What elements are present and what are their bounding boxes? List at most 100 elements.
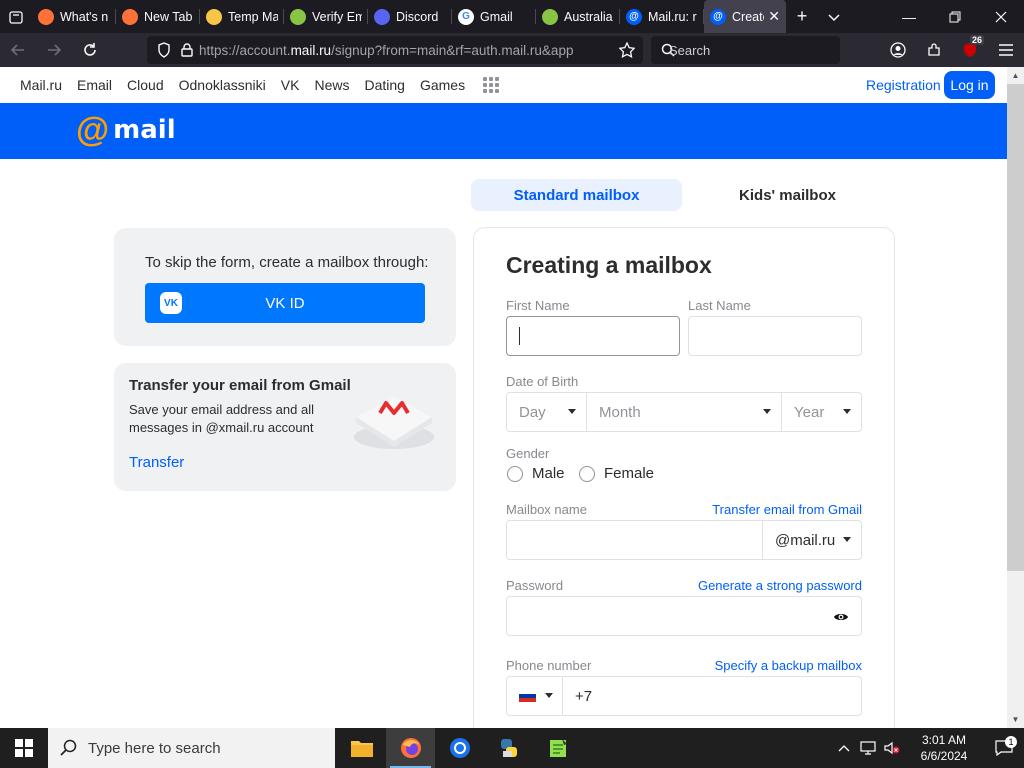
reload-button[interactable] [72,33,108,67]
browser-tab-0[interactable]: What's n [32,0,116,33]
clock[interactable]: 3:01 AM 6/6/2024 [904,732,984,764]
gmail-transfer-card: Transfer your email from Gmail Save your… [114,363,456,491]
portal-link-cloud[interactable]: Cloud [127,77,164,93]
transfer-gmail-link[interactable]: Transfer email from Gmail [712,502,862,517]
registration-link[interactable]: Registration [866,77,941,93]
chrome-icon[interactable] [435,728,484,768]
clock-time: 3:01 AM [921,733,967,747]
gmail-transfer-link[interactable]: Transfer [129,454,184,471]
backup-mailbox-link[interactable]: Specify a backup mailbox [715,658,862,673]
tab-overflow-chevron-icon[interactable] [818,0,850,33]
new-tab-button[interactable]: + [786,0,818,33]
ublock-icon[interactable]: 26 [952,33,988,67]
browser-tab-bar: What's n New Tab Temp Ma Verify Em Discord G G… [0,0,1024,33]
browser-tab-1[interactable]: New Tab [116,0,200,33]
gmail-envelope-icon [354,397,434,449]
network-icon[interactable] [856,741,880,755]
browser-tab-2[interactable]: Temp Ma [200,0,284,33]
browser-tab-8[interactable]: @ Create✕ [704,0,786,33]
first-name-input[interactable] [506,316,680,356]
browser-tab-title: Temp Ma [228,9,278,24]
portal-link-mailru[interactable]: Mail.ru [20,77,62,93]
gender-female-radio[interactable]: Female [579,465,654,482]
restore-button[interactable] [932,0,978,33]
minimize-button[interactable]: — [886,0,932,33]
portal-link-news[interactable]: News [314,77,349,93]
shield-icon[interactable] [157,42,171,58]
bookmark-star-icon[interactable] [619,42,635,58]
scroll-thumb[interactable] [1007,84,1024,571]
close-window-button[interactable] [978,0,1024,33]
portal-menu: Mail.ru Email Cloud Odnoklassniki VK New… [0,67,1007,103]
mailru-icon: @ [710,8,726,25]
volume-muted-icon[interactable] [880,741,904,755]
firefox-icon [122,8,138,25]
search-placeholder: Search [669,42,711,58]
browser-tab-4[interactable]: Discord [368,0,452,33]
browser-tab-6[interactable]: Australia [536,0,620,33]
chevron-down-icon [763,409,771,414]
extensions-icon[interactable] [916,33,952,67]
browser-search-box[interactable]: Search [651,36,840,64]
login-button[interactable]: Log in [944,71,995,99]
portal-link-odnoklassniki[interactable]: Odnoklassniki [179,77,266,93]
browser-tab-title: What's n [60,9,109,24]
tab-kids-mailbox[interactable]: Kids' mailbox [682,179,893,211]
dob-year-select[interactable]: Year [781,392,862,432]
url-text[interactable]: https://account.mail.ru/signup?from=main… [199,43,599,58]
lock-icon[interactable] [181,43,193,57]
dob-day-select[interactable]: Day [506,392,587,432]
firefox-icon [38,8,54,25]
browser-tab-5[interactable]: G Gmail [452,0,536,33]
eye-icon[interactable] [833,609,849,625]
dob-month-select[interactable]: Month [586,392,782,432]
domain-select[interactable]: @mail.ru [762,520,862,560]
close-tab-icon[interactable]: ✕ [764,8,780,25]
dob-label: Date of Birth [506,374,579,389]
menu-hamburger-icon[interactable] [988,33,1024,67]
back-button[interactable] [0,33,36,67]
last-name-input[interactable] [688,316,862,356]
radio-circle-icon [507,465,523,482]
mailru-logo[interactable]: @ mail [76,113,176,147]
vk-id-button[interactable]: VK VK ID [145,283,425,323]
firefox-taskbar-icon[interactable] [386,728,435,768]
browser-tab-3[interactable]: Verify Em [284,0,368,33]
taskbar-search-box[interactable]: Type here to search [48,728,335,768]
browser-tab-title: Australia [564,9,613,24]
notepad-plus-plus-icon[interactable] [533,728,582,768]
tray-chevron-up-icon[interactable] [832,744,856,752]
scroll-up-arrow-icon[interactable]: ▲ [1007,67,1024,84]
file-explorer-icon[interactable] [337,728,386,768]
generate-password-link[interactable]: Generate a strong password [698,578,862,593]
forward-button[interactable] [36,33,72,67]
tab-standard-mailbox[interactable]: Standard mailbox [471,179,682,211]
country-code-select[interactable] [506,676,563,716]
apps-grid-icon[interactable] [483,77,500,93]
scroll-down-arrow-icon[interactable]: ▼ [1007,711,1024,728]
phone-input[interactable]: +7 [562,676,862,716]
form-title: Creating a mailbox [506,252,712,278]
browser-tab-title: Gmail [480,9,513,24]
skip-form-text: To skip the form, create a mailbox throu… [145,254,429,271]
page-scrollbar[interactable]: ▲ ▼ [1007,67,1024,728]
taskbar-search-placeholder: Type here to search [88,739,221,757]
portal-link-email[interactable]: Email [77,77,112,93]
url-bar[interactable]: https://account.mail.ru/signup?from=main… [147,36,643,64]
account-icon[interactable] [880,33,916,67]
portal-link-games[interactable]: Games [420,77,465,93]
browser-tab-7[interactable]: @ Mail.ru: r [620,0,704,33]
password-input[interactable] [506,596,862,636]
notification-center-icon[interactable]: 1 [984,736,1024,756]
password-label: Password [506,578,564,593]
portal-link-vk[interactable]: VK [281,77,300,93]
gender-male-radio[interactable]: Male [507,465,565,482]
first-name-label: First Name [506,298,570,313]
tab-list-icon[interactable] [0,0,32,33]
mailru-icon: @ [626,8,642,25]
python-icon[interactable] [484,728,533,768]
radio-circle-icon [579,465,595,482]
windows-start-button[interactable] [0,728,48,768]
mailbox-name-input[interactable] [506,520,763,560]
portal-link-dating[interactable]: Dating [364,77,404,93]
